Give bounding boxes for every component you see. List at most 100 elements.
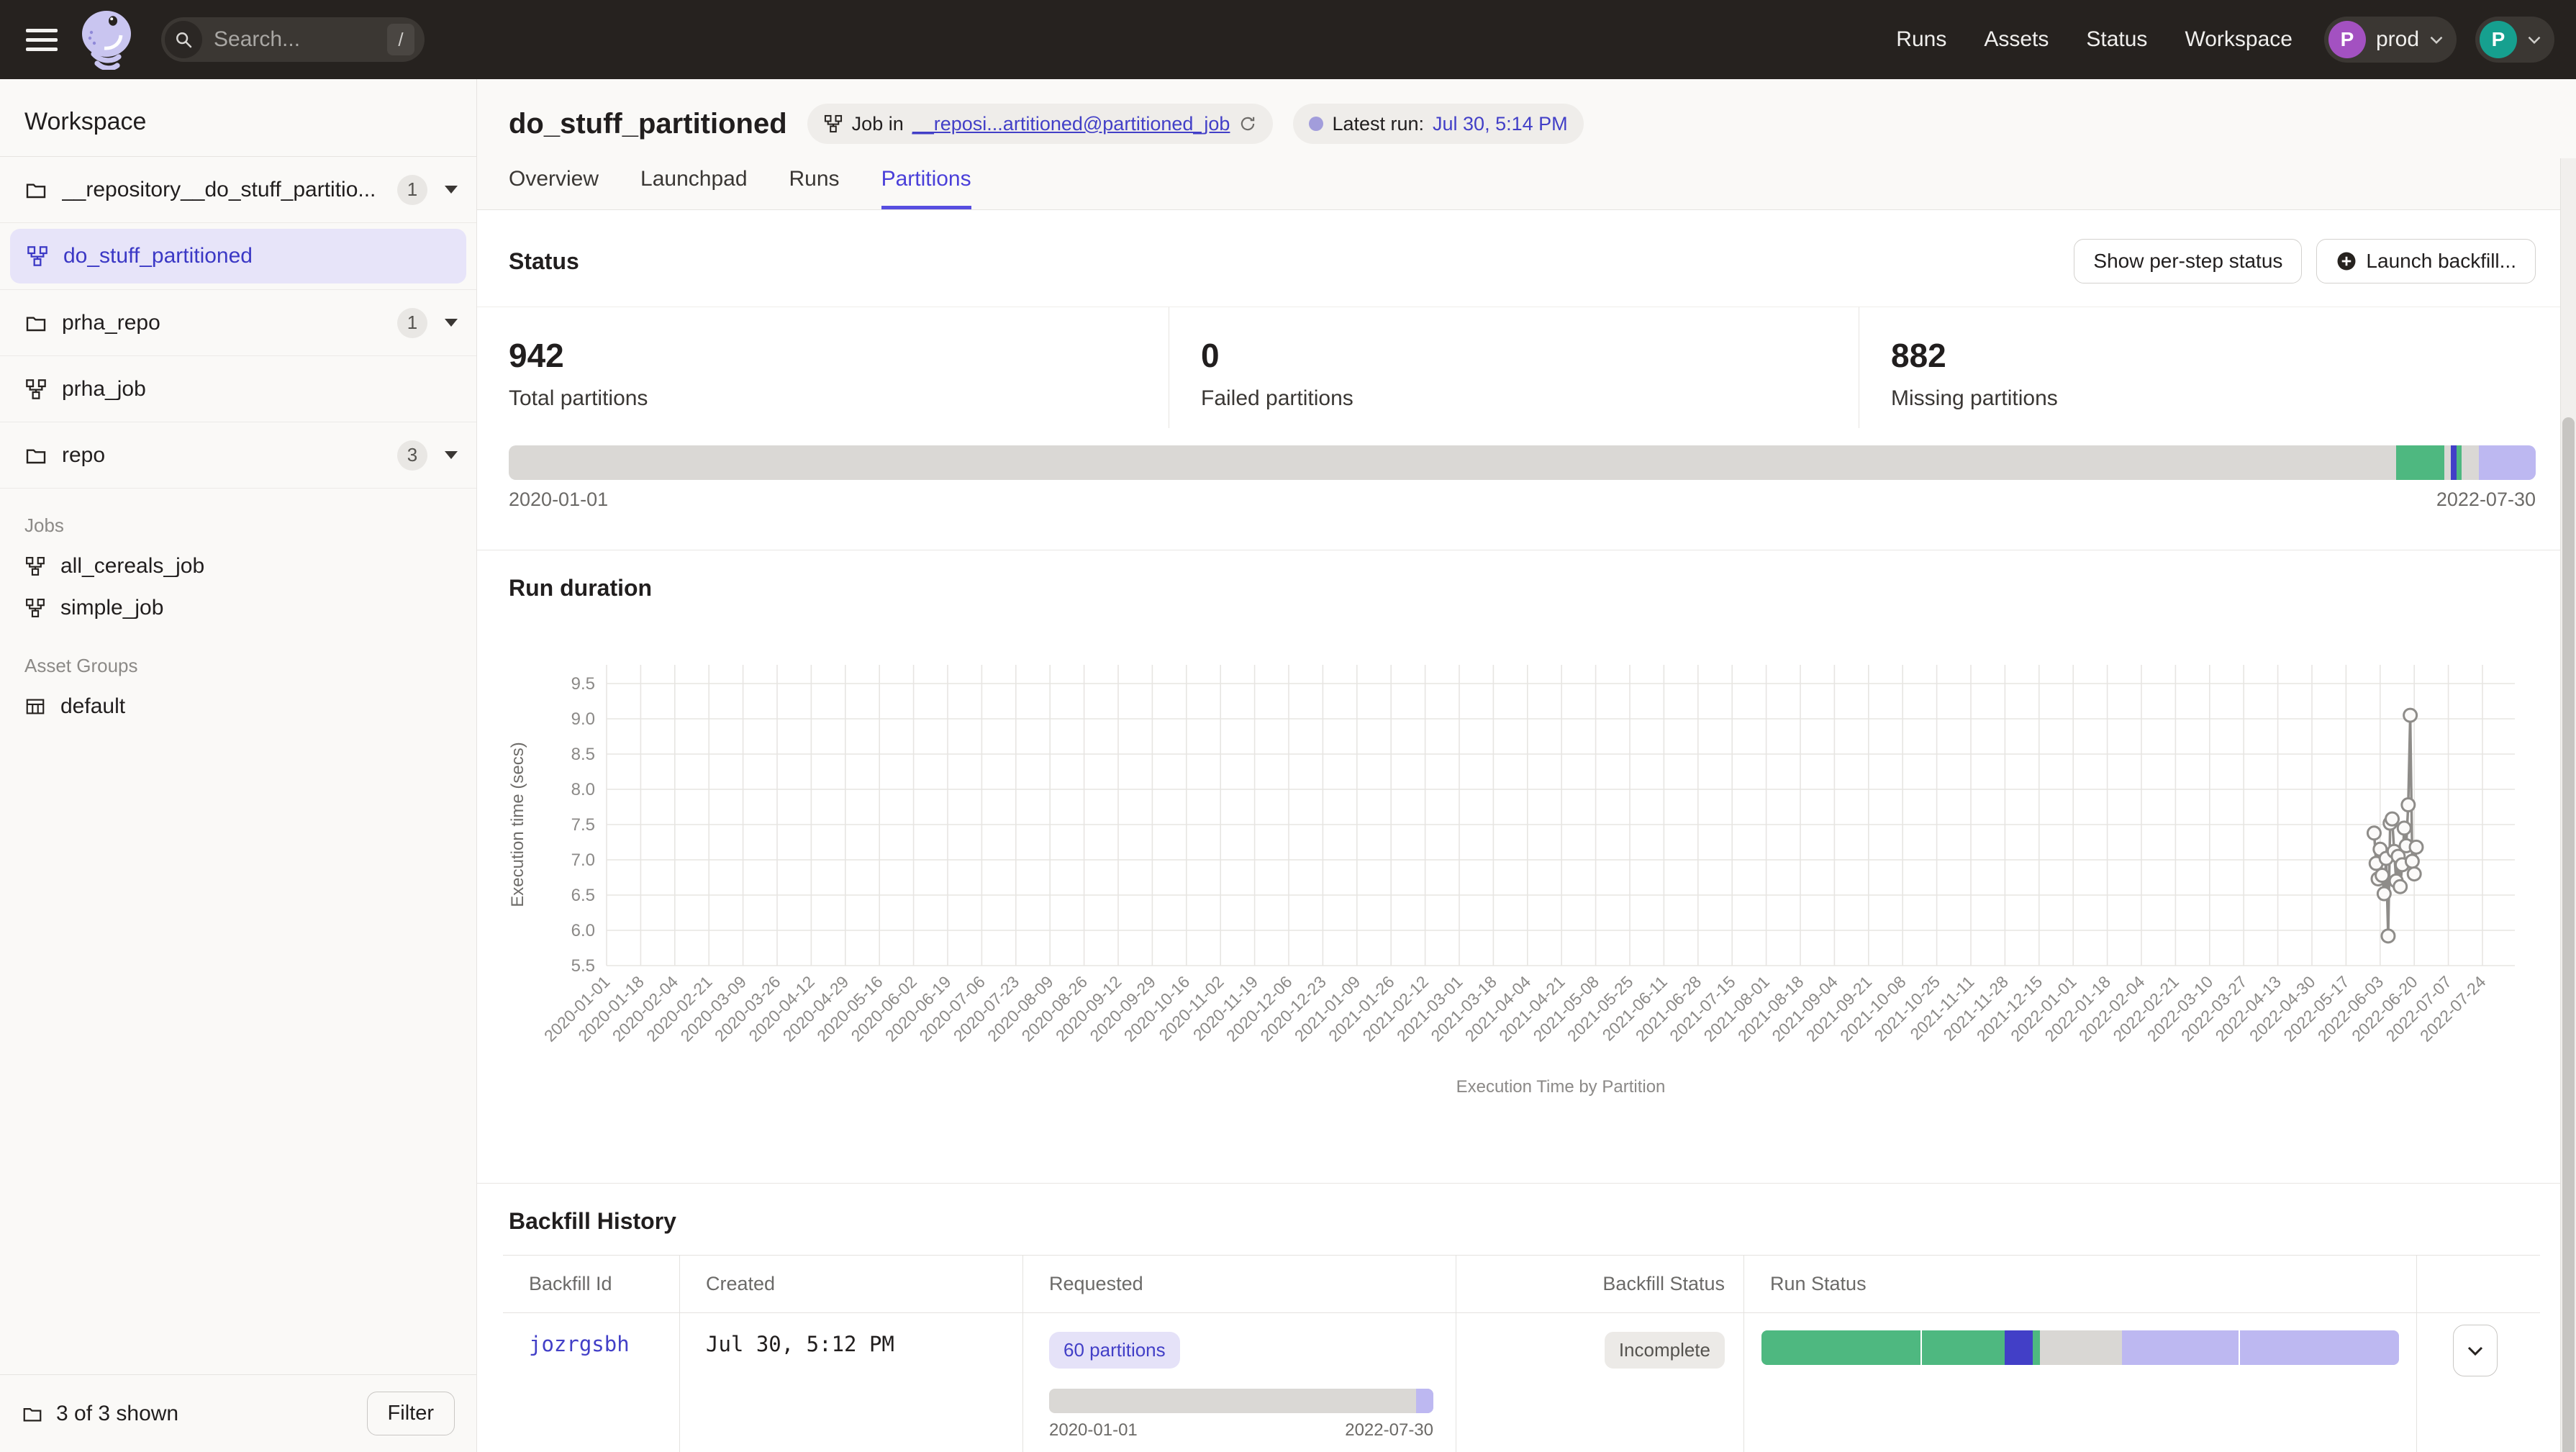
- col-run-status: Run Status: [1743, 1256, 2416, 1312]
- menu-icon[interactable]: [26, 29, 58, 51]
- bar-segment: [2122, 1330, 2239, 1365]
- svg-text:Execution time (secs): Execution time (secs): [508, 742, 527, 907]
- sidebar-item-default-asset-group[interactable]: default: [0, 686, 476, 727]
- svg-text:9.5: 9.5: [571, 674, 595, 694]
- partition-stats: 942 Total partitions 0 Failed partitions…: [477, 307, 2576, 428]
- chevron-down-icon: [2527, 35, 2541, 45]
- svg-text:7.5: 7.5: [571, 815, 595, 835]
- svg-text:Execution Time by Partition: Execution Time by Partition: [1456, 1077, 1666, 1097]
- topnav-link-runs[interactable]: Runs: [1896, 27, 1946, 52]
- deployment-avatar: P: [2328, 21, 2366, 58]
- count-badge: 1: [397, 175, 427, 205]
- show-per-step-status-button[interactable]: Show per-step status: [2074, 239, 2302, 283]
- chevron-down-icon: [2429, 35, 2444, 45]
- job-icon: [24, 378, 47, 401]
- user-avatar: P: [2480, 21, 2517, 58]
- count-badge: 1: [397, 308, 427, 338]
- sidebar-item-repo[interactable]: repo 3: [0, 422, 476, 489]
- launch-backfill-button[interactable]: Launch backfill...: [2316, 239, 2536, 283]
- sidebar-item-simple-job[interactable]: simple_job: [0, 587, 476, 629]
- reload-icon[interactable]: [1238, 114, 1257, 133]
- backfill-history-table: Backfill Id Created Requested Backfill S…: [503, 1255, 2540, 1452]
- sidebar-item-prha-job[interactable]: prha_job: [0, 356, 476, 422]
- col-requested: Requested: [1022, 1256, 1456, 1312]
- topnav-link-assets[interactable]: Assets: [1984, 27, 2049, 52]
- top-navbar: Search... / Runs Assets Status Workspace…: [0, 0, 2576, 79]
- stat-missing-partitions: 882 Missing partitions: [1859, 307, 2576, 428]
- stat-failed-partitions: 0 Failed partitions: [1169, 307, 1859, 428]
- tab-launchpad[interactable]: Launchpad: [640, 167, 747, 209]
- filter-button[interactable]: Filter: [367, 1392, 455, 1435]
- sidebar-item-repository-do-stuff[interactable]: __repository__do_stuff_partitio... 1: [0, 157, 476, 223]
- range-start-date: 2020-01-01: [509, 489, 608, 511]
- bar-segment: [2040, 1330, 2121, 1365]
- asset-group-icon: [24, 696, 46, 717]
- chevron-down-icon: [2467, 1346, 2484, 1356]
- expand-caret-icon[interactable]: [445, 319, 458, 327]
- sidebar-item-prha-repo[interactable]: prha_repo 1: [0, 290, 476, 356]
- status-section-title: Status: [509, 248, 579, 275]
- stat-total-partitions: 942 Total partitions: [477, 307, 1169, 428]
- run-status-dot: [1309, 117, 1323, 131]
- sidebar-footer: 3 of 3 shown Filter: [0, 1374, 476, 1452]
- search-input[interactable]: Search... /: [161, 17, 425, 62]
- col-actions: [2416, 1256, 2533, 1312]
- partition-status-bar: [509, 445, 2536, 480]
- search-placeholder: Search...: [214, 27, 387, 52]
- backfill-history-title: Backfill History: [509, 1208, 2544, 1235]
- folder-icon: [24, 444, 47, 467]
- latest-run-link[interactable]: Jul 30, 5:14 PM: [1433, 113, 1568, 135]
- row-expand-button[interactable]: [2453, 1325, 2498, 1376]
- col-backfill-id: Backfill Id: [503, 1256, 679, 1312]
- job-icon: [24, 597, 46, 619]
- col-created: Created: [679, 1256, 1022, 1312]
- backfill-id-link[interactable]: jozrgsbh: [529, 1332, 630, 1356]
- bar-segment: [1761, 1330, 1920, 1365]
- bar-segment: [2240, 1330, 2399, 1365]
- table-header-row: Backfill Id Created Requested Backfill S…: [503, 1256, 2540, 1313]
- topnav-link-status[interactable]: Status: [2086, 27, 2147, 52]
- jobs-section-label: Jobs: [0, 489, 476, 545]
- svg-text:7.0: 7.0: [571, 850, 595, 870]
- bar-segment: [2396, 445, 2445, 480]
- repository-link[interactable]: __reposi...artitioned@partitioned_job: [912, 113, 1230, 135]
- backfill-created: Jul 30, 5:12 PM: [706, 1332, 894, 1356]
- sidebar-item-do-stuff-partitioned[interactable]: do_stuff_partitioned: [10, 229, 466, 283]
- bar-segment: [2005, 1330, 2033, 1365]
- latest-run-pill: Latest run: Jul 30, 5:14 PM: [1293, 104, 1583, 144]
- range-end-date: 2022-07-30: [2436, 489, 2536, 511]
- tab-runs[interactable]: Runs: [789, 167, 840, 209]
- bar-segment: [2033, 1330, 2040, 1365]
- deployment-name: prod: [2376, 27, 2419, 52]
- scrollbar-thumb[interactable]: [2562, 417, 2575, 1452]
- user-menu[interactable]: P: [2475, 17, 2554, 63]
- requested-partitions-tag[interactable]: 60 partitions: [1049, 1332, 1180, 1369]
- run-status-bar: [1761, 1330, 2399, 1365]
- row-range-end: 2022-07-30: [1345, 1420, 1433, 1440]
- scrollbar[interactable]: [2560, 158, 2576, 1452]
- plus-circle-icon: [2336, 250, 2357, 272]
- deployment-switcher[interactable]: P prod: [2324, 17, 2457, 63]
- svg-text:5.5: 5.5: [571, 956, 595, 976]
- expand-caret-icon[interactable]: [445, 186, 458, 194]
- row-range-start: 2020-01-01: [1049, 1420, 1138, 1440]
- job-in-label: Job in: [852, 113, 904, 135]
- svg-text:6.5: 6.5: [571, 886, 595, 905]
- dagster-logo[interactable]: [79, 9, 135, 70]
- svg-text:8.5: 8.5: [571, 745, 595, 764]
- col-backfill-status: Backfill Status: [1456, 1256, 1743, 1312]
- workspace-sidebar: Workspace __repository__do_stuff_partiti…: [0, 79, 477, 1452]
- requested-partition-bar: [1049, 1389, 1433, 1413]
- main-content: do_stuff_partitioned Job in __reposi...a…: [477, 79, 2576, 1452]
- tab-overview[interactable]: Overview: [509, 167, 599, 209]
- count-badge: 3: [397, 440, 427, 471]
- search-shortcut-key: /: [387, 24, 414, 55]
- sidebar-item-all-cereals-job[interactable]: all_cereals_job: [0, 545, 476, 587]
- bar-segment: [1416, 1389, 1433, 1413]
- expand-caret-icon[interactable]: [445, 451, 458, 459]
- top-nav-links: Runs Assets Status Workspace: [1896, 27, 2292, 52]
- svg-text:6.0: 6.0: [571, 921, 595, 940]
- tab-partitions[interactable]: Partitions: [881, 167, 971, 209]
- topnav-link-workspace[interactable]: Workspace: [2185, 27, 2292, 52]
- svg-text:8.0: 8.0: [571, 780, 595, 799]
